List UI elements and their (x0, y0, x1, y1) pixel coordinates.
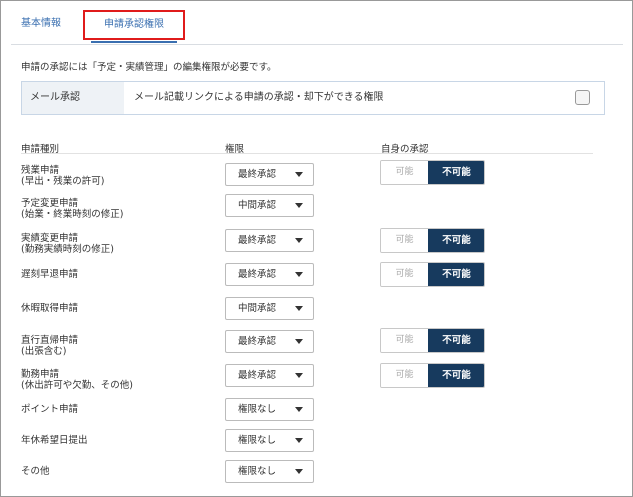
row-title: 実績変更申請 (21, 233, 79, 244)
row-label-points: ポイント申請 (21, 404, 78, 415)
row-title: 年休希望日提出 (21, 435, 88, 446)
row-label-record-change: 実績変更申請 (勤務実績時刻の修正) (21, 233, 114, 255)
self-approval-toggle-overtime: 可能 不可能 (380, 160, 485, 185)
row-title: 勤務申請 (21, 369, 60, 380)
caret-down-icon (295, 306, 303, 311)
permission-value: 中間承認 (238, 303, 277, 314)
tab-approval-permission[interactable]: 申請承認権限 (83, 10, 185, 43)
app-window: 基本情報 申請承認権限 申請の承認には「予定・実績管理」の編集権限が必要です。 … (0, 0, 633, 497)
row-title: 予定変更申請 (21, 198, 79, 209)
row-label-direct-travel: 直行直帰申請 (出張含む) (21, 335, 78, 357)
toggle-deny-button[interactable]: 不可能 (428, 229, 484, 252)
row-label-schedule-change: 予定変更申請 (始業・終業時刻の修正) (21, 198, 123, 220)
row-title: 遅刻早退申請 (21, 269, 79, 280)
row-subtitle: (早出・残業の許可) (21, 176, 105, 187)
toggle-deny-button[interactable]: 不可能 (428, 161, 484, 184)
toggle-allow-button[interactable]: 可能 (381, 364, 428, 387)
row-label-other: その他 (21, 466, 50, 477)
mail-approval-label: メール承認 (22, 82, 124, 114)
caret-down-icon (295, 373, 303, 378)
self-approval-toggle-work: 可能 不可能 (380, 363, 485, 388)
row-title: 直行直帰申請 (21, 335, 79, 346)
row-title: 休暇取得申請 (21, 303, 79, 314)
toggle-allow-button[interactable]: 可能 (381, 263, 428, 286)
caret-down-icon (295, 438, 303, 443)
self-approval-toggle-late-early: 可能 不可能 (380, 262, 485, 287)
caret-down-icon (295, 272, 303, 277)
toggle-allow-button[interactable]: 可能 (381, 161, 428, 184)
permission-value: 最終承認 (238, 370, 277, 381)
tab-basic-info[interactable]: 基本情報 (21, 9, 61, 43)
permission-select-overtime[interactable]: 最終承認 (225, 163, 314, 186)
permission-value: 権限なし (238, 404, 277, 415)
permission-value: 最終承認 (238, 235, 277, 246)
row-title: ポイント申請 (21, 404, 79, 415)
row-label-annual-leave: 年休希望日提出 (21, 435, 88, 446)
header-divider (21, 153, 593, 154)
caret-down-icon (295, 172, 303, 177)
permission-select-annual-leave[interactable]: 権限なし (225, 429, 314, 452)
caret-down-icon (295, 203, 303, 208)
permission-value: 最終承認 (238, 336, 277, 347)
row-label-work: 勤務申請 (休出許可や欠勤、その他) (21, 369, 133, 391)
mail-approval-box: メール承認 メール記載リンクによる申請の承認・却下ができる権限 (21, 81, 605, 115)
row-subtitle: (始業・終業時刻の修正) (21, 209, 124, 220)
toggle-deny-button[interactable]: 不可能 (428, 263, 484, 286)
permission-select-late-early[interactable]: 最終承認 (225, 263, 314, 286)
row-label-leave: 休暇取得申請 (21, 303, 78, 314)
permission-select-direct-travel[interactable]: 最終承認 (225, 330, 314, 353)
permission-value: 権限なし (238, 466, 277, 477)
tab-bar: 基本情報 申請承認権限 (11, 7, 623, 45)
permission-value: 最終承認 (238, 269, 277, 280)
mail-approval-description: メール記載リンクによる申請の承認・却下ができる権限 (134, 92, 384, 103)
toggle-allow-button[interactable]: 可能 (381, 229, 428, 252)
caret-down-icon (295, 238, 303, 243)
toggle-deny-button[interactable]: 不可能 (428, 364, 484, 387)
permission-value: 権限なし (238, 435, 277, 446)
toggle-allow-button[interactable]: 可能 (381, 329, 428, 352)
row-subtitle: (出張含む) (21, 346, 67, 357)
permission-select-schedule-change[interactable]: 中間承認 (225, 194, 314, 217)
caret-down-icon (295, 407, 303, 412)
permission-select-work[interactable]: 最終承認 (225, 364, 314, 387)
notice-text: 申請の承認には「予定・実績管理」の編集権限が必要です。 (21, 62, 277, 73)
row-label-overtime: 残業申請 (早出・残業の許可) (21, 165, 104, 187)
permission-select-points[interactable]: 権限なし (225, 398, 314, 421)
self-approval-toggle-record-change: 可能 不可能 (380, 228, 485, 253)
row-title: 残業申請 (21, 165, 60, 176)
row-label-late-early: 遅刻早退申請 (21, 269, 78, 280)
permission-select-record-change[interactable]: 最終承認 (225, 229, 314, 252)
permission-select-leave[interactable]: 中間承認 (225, 297, 314, 320)
row-subtitle: (勤務実績時刻の修正) (21, 244, 114, 255)
self-approval-toggle-direct-travel: 可能 不可能 (380, 328, 485, 353)
permission-value: 最終承認 (238, 169, 277, 180)
row-title: その他 (21, 466, 50, 477)
caret-down-icon (295, 339, 303, 344)
caret-down-icon (295, 469, 303, 474)
permission-value: 中間承認 (238, 200, 277, 211)
permission-select-other[interactable]: 権限なし (225, 460, 314, 483)
mail-approval-checkbox[interactable] (575, 90, 590, 105)
row-subtitle: (休出許可や欠勤、その他) (21, 380, 133, 391)
toggle-deny-button[interactable]: 不可能 (428, 329, 484, 352)
